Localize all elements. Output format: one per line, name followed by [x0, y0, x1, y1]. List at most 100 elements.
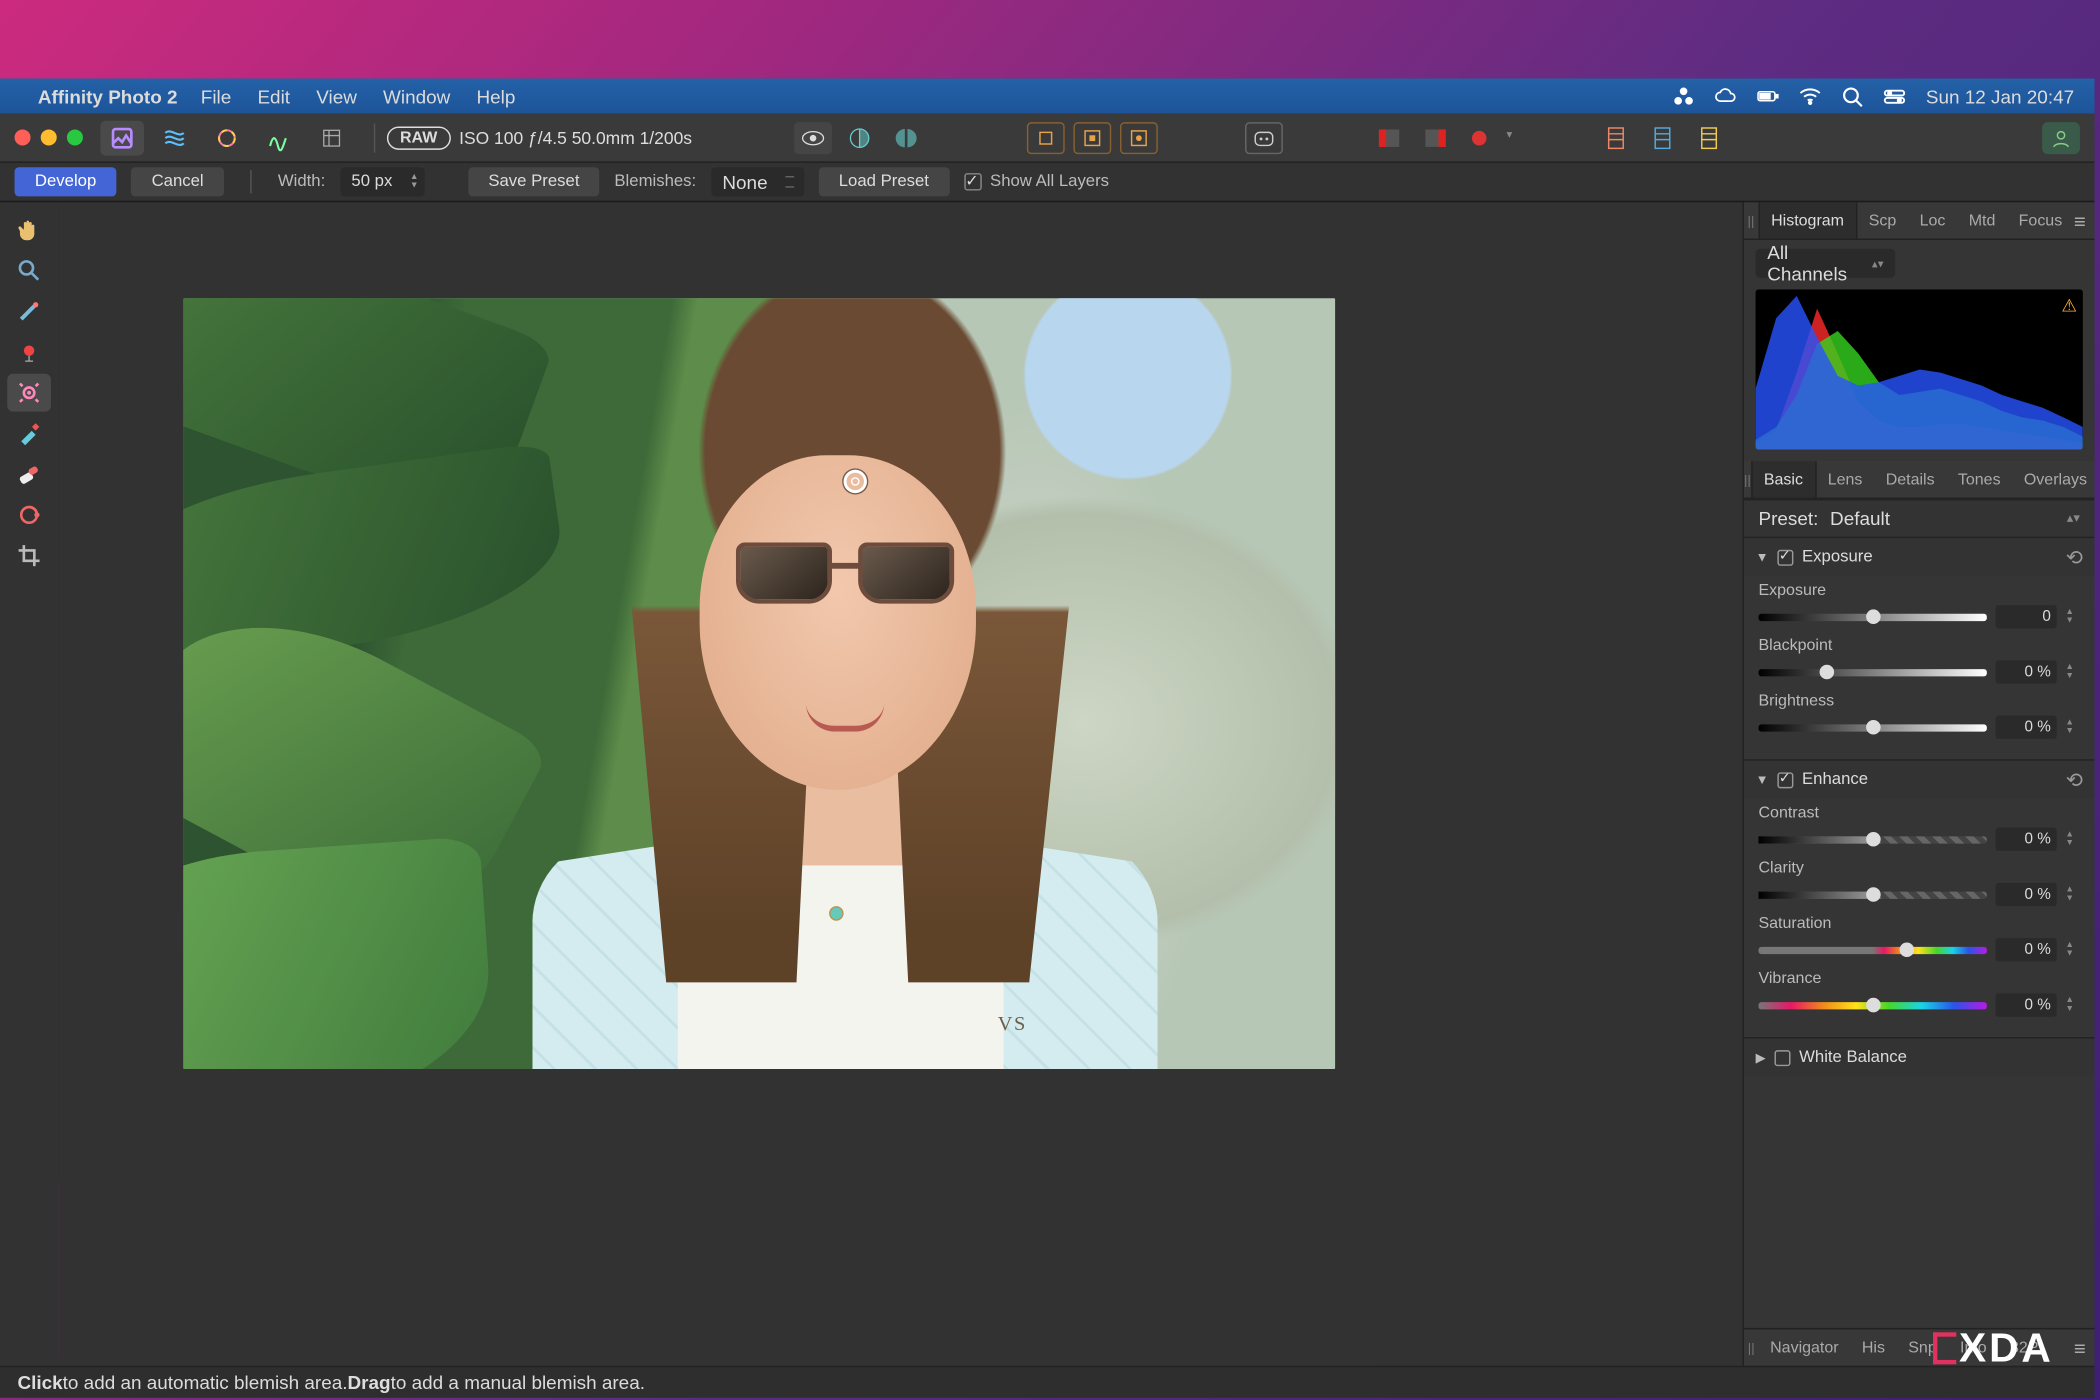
width-field[interactable]: 50 px ▲▼ [340, 167, 425, 196]
persona-tone-icon[interactable] [257, 120, 301, 155]
mirror-view-icon[interactable] [887, 121, 925, 153]
tab-details[interactable]: Details [1874, 461, 1946, 497]
save-preset-button[interactable]: Save Preset [468, 167, 600, 196]
overlay-gradient-tool-icon[interactable] [7, 496, 51, 534]
slider-track[interactable] [1758, 724, 1986, 731]
studio-1-icon[interactable] [1597, 121, 1635, 153]
panel-menu-icon[interactable]: ≡ [2074, 1336, 2086, 1359]
tab-navigator[interactable]: Navigator [1758, 1329, 1850, 1365]
blemishes-select[interactable]: None [711, 167, 804, 196]
persona-develop-icon[interactable] [205, 120, 249, 155]
close-window-button[interactable] [15, 129, 31, 145]
menu-window[interactable]: Window [383, 85, 450, 107]
tab-basic[interactable]: Basic [1751, 461, 1816, 497]
main-area: VS || Histogram Scp Loc Mtd Focus ≡ All … [0, 202, 2094, 1366]
tab-scope[interactable]: Scp [1857, 202, 1908, 238]
menubar-clock[interactable]: Sun 12 Jan 20:47 [1926, 85, 2074, 107]
slider-value[interactable]: 0 % [1996, 993, 2057, 1016]
tab-loc[interactable]: Loc [1908, 202, 1957, 238]
zoom-window-button[interactable] [67, 129, 83, 145]
menu-view[interactable]: View [316, 85, 357, 107]
menu-help[interactable]: Help [477, 85, 516, 107]
overlay-paint-tool-icon[interactable] [7, 415, 51, 453]
slider-value[interactable]: 0 [1996, 605, 2057, 628]
menulet-icon[interactable] [1673, 85, 1695, 107]
menu-edit[interactable]: Edit [257, 85, 290, 107]
load-preset-button[interactable]: Load Preset [818, 167, 949, 196]
slider-value[interactable]: 0 % [1996, 938, 2057, 961]
preset-label: Preset: [1758, 508, 1818, 530]
slider-track[interactable] [1758, 836, 1986, 843]
zoom-tool-icon[interactable] [7, 252, 51, 290]
studio-panel: || Histogram Scp Loc Mtd Focus ≡ All Cha… [1742, 202, 2094, 1366]
slider-value[interactable]: 0 % [1996, 660, 2057, 683]
tab-lens[interactable]: Lens [1816, 461, 1874, 497]
slider-track[interactable] [1758, 668, 1986, 675]
histogram-chart: ⚠ [1756, 289, 2083, 449]
section-header-exposure[interactable]: ▼ Exposure ⟲ [1744, 538, 2095, 576]
highlight-clip-icon[interactable] [1416, 121, 1454, 153]
overlay-1-icon[interactable] [1027, 121, 1065, 153]
assistant-icon[interactable] [1245, 121, 1283, 153]
slider-value[interactable]: 0 % [1996, 828, 2057, 851]
reset-icon[interactable]: ⟲ [2066, 767, 2083, 792]
overlay-2-icon[interactable] [1073, 121, 1111, 153]
develop-button[interactable]: Develop [15, 167, 117, 196]
width-value: 50 px [340, 173, 404, 190]
account-icon[interactable] [2042, 121, 2080, 153]
blemish-cursor-icon [844, 470, 867, 493]
split-view-icon[interactable] [840, 121, 878, 153]
slider-track[interactable] [1758, 946, 1986, 953]
tab-tones[interactable]: Tones [1946, 461, 2012, 497]
slider-track[interactable] [1758, 1001, 1986, 1008]
stepper[interactable]: ▲▼ [2065, 941, 2080, 958]
blemish-removal-tool-icon[interactable] [7, 374, 51, 412]
shadow-clip-icon[interactable] [1370, 121, 1408, 153]
crop-tool-icon[interactable] [7, 537, 51, 575]
battery-icon[interactable] [1757, 85, 1779, 107]
stepper[interactable]: ▲▼ [2065, 663, 2080, 680]
tab-history[interactable]: His [1850, 1329, 1896, 1365]
wifi-icon[interactable] [1799, 85, 1821, 107]
app-name[interactable]: Affinity Photo 2 [38, 85, 178, 107]
slider-value[interactable]: 0 % [1996, 883, 2057, 906]
preview-toggle-icon[interactable] [794, 121, 832, 153]
stepper[interactable]: ▲▼ [2065, 608, 2080, 625]
preset-row[interactable]: Preset: Default ▴▾ [1744, 499, 2095, 537]
persona-export-icon[interactable] [310, 120, 354, 155]
minimize-window-button[interactable] [41, 129, 57, 145]
section-header-wb[interactable]: ▶ White Balance [1744, 1039, 2095, 1077]
persona-photo-icon[interactable] [100, 120, 144, 155]
slider-track[interactable] [1758, 613, 1986, 620]
panel-menu-icon[interactable]: ≡ [2074, 209, 2086, 232]
tab-overlays[interactable]: Overlays [2012, 461, 2094, 497]
reset-icon[interactable]: ⟲ [2066, 545, 2083, 570]
slider-value[interactable]: 0 % [1996, 716, 2057, 739]
tab-histogram[interactable]: Histogram [1758, 202, 1857, 238]
stepper[interactable]: ▲▼ [2065, 831, 2080, 848]
section-header-enhance[interactable]: ▼ Enhance ⟲ [1744, 761, 2095, 799]
tab-metadata[interactable]: Mtd [1957, 202, 2007, 238]
slider-track[interactable] [1758, 891, 1986, 898]
red-eye-tool-icon[interactable] [7, 333, 51, 371]
persona-liquify-icon[interactable] [153, 120, 197, 155]
stepper[interactable]: ▲▼ [2065, 719, 2080, 736]
overlay-erase-tool-icon[interactable] [7, 455, 51, 493]
tab-focus[interactable]: Focus [2007, 202, 2074, 238]
show-all-layers-checkbox[interactable]: Show All Layers [964, 173, 1109, 190]
menu-file[interactable]: File [201, 85, 231, 107]
creative-cloud-icon[interactable] [1715, 85, 1737, 107]
stepper[interactable]: ▲▼ [2065, 996, 2080, 1013]
tone-clip-icon[interactable]: ▾ [1463, 121, 1501, 153]
histogram-channel-select[interactable]: All Channels▴▾ [1756, 249, 1896, 278]
control-center-icon[interactable] [1884, 85, 1906, 107]
studio-3-icon[interactable] [1690, 121, 1728, 153]
cancel-button[interactable]: Cancel [131, 167, 224, 196]
white-balance-tool-icon[interactable] [7, 292, 51, 330]
stepper[interactable]: ▲▼ [2065, 886, 2080, 903]
spotlight-icon[interactable] [1842, 85, 1864, 107]
hand-tool-icon[interactable] [7, 211, 51, 249]
overlay-3-icon[interactable] [1120, 121, 1158, 153]
canvas[interactable]: VS [58, 202, 1742, 1366]
studio-2-icon[interactable] [1643, 121, 1681, 153]
